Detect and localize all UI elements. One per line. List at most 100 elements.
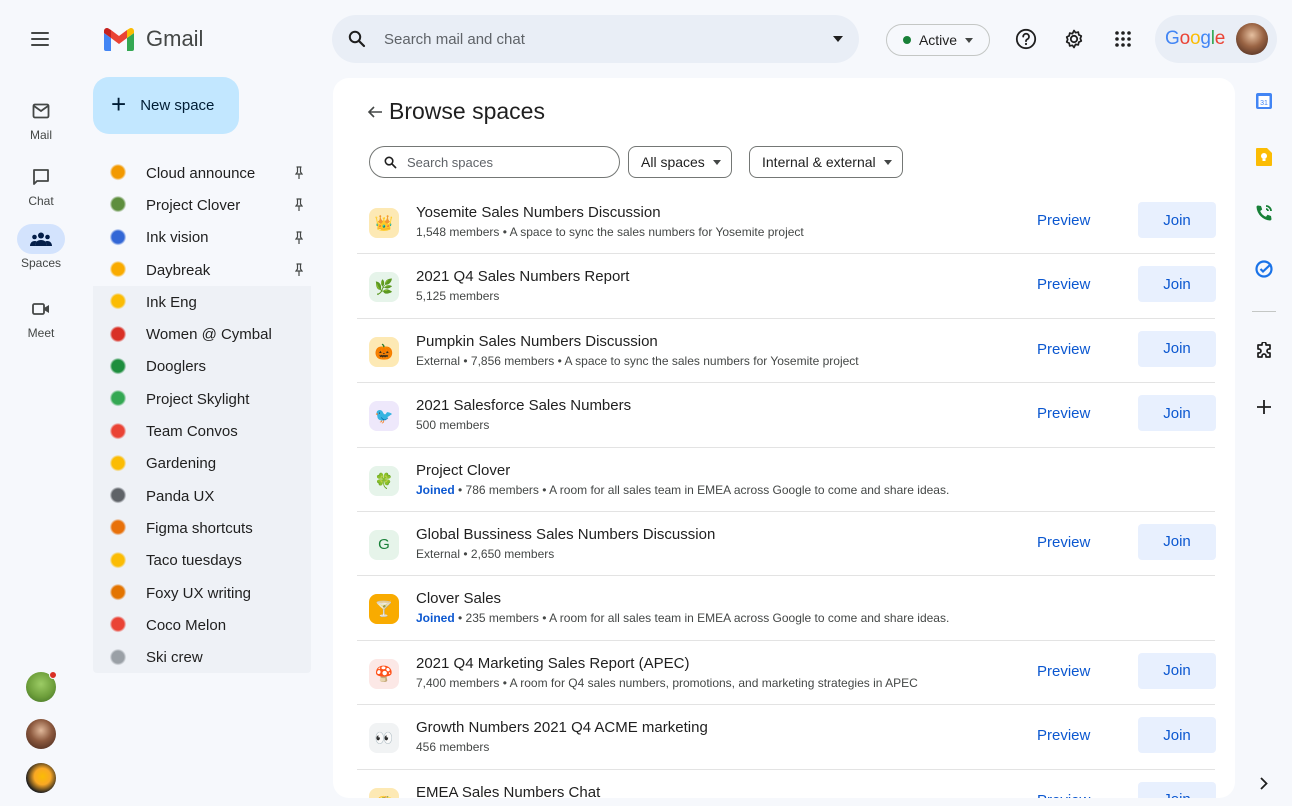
space-result-row[interactable]: 🌮 EMEA Sales Numbers Chat Preview Join xyxy=(357,770,1216,798)
space-name[interactable]: Project Clover xyxy=(416,462,510,479)
user-avatar[interactable] xyxy=(26,671,57,702)
sidebar-space-item[interactable]: Cloud announce xyxy=(93,157,311,190)
sidebar-space-item[interactable]: Dooglers xyxy=(93,351,311,383)
preview-button[interactable]: Preview xyxy=(1037,792,1090,798)
sidebar-space-item[interactable]: Foxy UX writing xyxy=(93,577,311,609)
pin-icon[interactable] xyxy=(295,166,303,180)
space-avatar-icon: 🎃 xyxy=(369,336,399,367)
sidebar-space-item[interactable]: Panda UX xyxy=(93,480,311,512)
rail-item-spaces[interactable]: Spaces xyxy=(0,224,82,270)
sidebar-space-item[interactable]: Ski crew xyxy=(93,641,311,673)
pin-icon[interactable] xyxy=(295,198,303,212)
space-name[interactable]: Growth Numbers 2021 Q4 ACME marketing xyxy=(416,719,708,736)
sidebar-space-item[interactable]: Figma shortcuts xyxy=(93,512,311,544)
preview-button[interactable]: Preview xyxy=(1037,663,1090,680)
sidebar-space-item[interactable]: Ink vision xyxy=(93,221,311,254)
space-name: Taco tuesdays xyxy=(146,552,242,570)
space-result-row[interactable]: 🎃 Pumpkin Sales Numbers Discussion Externa… xyxy=(357,319,1216,384)
rail-item-mail[interactable]: Mail xyxy=(0,96,82,142)
space-avatar-glyph: 🌮 xyxy=(375,794,394,798)
space-name[interactable]: 2021 Salesforce Sales Numbers xyxy=(416,397,631,414)
filter-all-spaces[interactable]: All spaces xyxy=(628,146,732,178)
search-input[interactable]: Search mail and chat xyxy=(384,31,833,48)
add-addon-icon[interactable] xyxy=(1253,396,1275,418)
new-space-button[interactable]: + New space xyxy=(93,77,239,134)
apps-grid-icon[interactable] xyxy=(1111,27,1135,51)
settings-gear-icon[interactable] xyxy=(1062,27,1086,51)
space-meta: 1,548 members • A space to sync the sale… xyxy=(416,225,804,239)
sidebar-space-item[interactable]: Daybreak xyxy=(93,253,311,287)
space-name[interactable]: Yosemite Sales Numbers Discussion xyxy=(416,204,661,221)
space-result-row[interactable]: 🍄 2021 Q4 Marketing Sales Report (APEC) 7,… xyxy=(357,641,1216,706)
space-avatar-glyph: 🐦 xyxy=(374,408,394,426)
join-button[interactable]: Join xyxy=(1138,202,1216,238)
space-emoji-icon xyxy=(109,196,127,215)
calendar-icon[interactable]: 31 xyxy=(1253,90,1275,112)
join-button[interactable]: Join xyxy=(1138,717,1216,754)
join-button[interactable]: Join xyxy=(1138,523,1216,560)
preview-button[interactable]: Preview xyxy=(1037,534,1090,551)
help-icon[interactable] xyxy=(1014,27,1038,51)
join-button[interactable]: Join xyxy=(1138,330,1216,367)
sidebar-space-item[interactable]: Gardening xyxy=(93,448,311,480)
search-spaces-input[interactable]: Search spaces xyxy=(369,146,620,178)
rail-item-meet[interactable]: Meet xyxy=(0,294,82,340)
space-name[interactable]: EMEA Sales Numbers Chat xyxy=(416,784,600,798)
preview-button[interactable]: Preview xyxy=(1037,341,1090,358)
space-name[interactable]: Global Bussiness Sales Numbers Discussio… xyxy=(416,526,715,543)
sidebar-space-item[interactable]: Project Clover xyxy=(93,189,311,222)
search-bar[interactable]: Search mail and chat xyxy=(332,15,859,63)
sidebar-space-item[interactable]: Coco Melon xyxy=(93,609,311,641)
rail-item-chat[interactable]: Chat xyxy=(0,162,82,208)
user-avatar[interactable] xyxy=(26,719,56,749)
space-result-row[interactable]: 🐦 2021 Salesforce Sales Numbers 500 member… xyxy=(357,383,1216,448)
space-description: 1,548 members • A space to sync the sale… xyxy=(416,225,804,239)
preview-button[interactable]: Preview xyxy=(1037,212,1090,229)
status-selector[interactable]: Active xyxy=(886,24,990,56)
account-switcher[interactable]: Google xyxy=(1155,15,1277,63)
sidebar-space-item[interactable]: Ink Eng xyxy=(93,286,311,318)
search-options-icon[interactable] xyxy=(833,36,843,42)
space-result-row[interactable]: 🍀 Project Clover Joined • 786 members • A … xyxy=(357,448,1215,512)
sidebar-space-item[interactable]: Women @ Cymbal xyxy=(93,318,311,350)
chevron-right-icon[interactable] xyxy=(1253,772,1275,794)
space-name[interactable]: Clover Sales xyxy=(416,590,501,607)
filter-internal-external[interactable]: Internal & external xyxy=(749,146,903,178)
space-description: 7,400 members • A room for Q4 sales numb… xyxy=(416,676,918,690)
join-button[interactable]: Join xyxy=(1138,781,1216,798)
space-result-row[interactable]: 🍸 Clover Sales Joined • 235 members • A ro… xyxy=(357,576,1215,641)
pin-icon[interactable] xyxy=(295,230,303,245)
sidebar-space-item[interactable]: Project Skylight xyxy=(93,383,311,415)
space-result-row[interactable]: 👑 Yosemite Sales Numbers Discussion 1,548 … xyxy=(357,190,1216,255)
join-button[interactable]: Join xyxy=(1138,266,1216,303)
space-result-row[interactable]: G Global Bussiness Sales Numbers Discussi… xyxy=(357,512,1216,577)
preview-button[interactable]: Preview xyxy=(1037,727,1090,744)
navigation-rail: Mail Chat Spaces Meet xyxy=(0,0,82,806)
pin-icon[interactable] xyxy=(295,263,303,277)
sidebar-space-item[interactable]: Team Convos xyxy=(93,415,311,447)
keep-icon[interactable] xyxy=(1253,146,1275,168)
voice-phone-icon[interactable] xyxy=(1253,202,1275,224)
space-meta: 5,125 members xyxy=(416,289,500,304)
gmail-logo[interactable]: Gmail xyxy=(104,26,203,52)
space-result-row[interactable]: 👀 Growth Numbers 2021 Q4 ACME marketing 45… xyxy=(357,705,1216,770)
tasks-icon[interactable] xyxy=(1253,258,1275,280)
space-name[interactable]: 2021 Q4 Sales Numbers Report xyxy=(416,268,629,285)
preview-button[interactable]: Preview xyxy=(1037,276,1090,293)
user-avatar[interactable] xyxy=(26,763,56,793)
status-dot-icon xyxy=(902,36,911,44)
back-arrow-icon[interactable] xyxy=(367,104,383,120)
preview-button[interactable]: Preview xyxy=(1037,405,1090,422)
main-menu-icon[interactable] xyxy=(28,28,52,50)
account-avatar[interactable] xyxy=(1236,23,1268,55)
join-button[interactable]: Join xyxy=(1138,395,1216,432)
space-name[interactable]: 2021 Q4 Marketing Sales Report (APEC) xyxy=(416,655,689,672)
space-name[interactable]: Pumpkin Sales Numbers Discussion xyxy=(416,333,658,350)
space-result-row[interactable]: 🌿 2021 Q4 Sales Numbers Report 5,125 membe… xyxy=(357,254,1216,319)
space-meta: External • 7,856 members • A space to sy… xyxy=(416,353,859,368)
search-icon[interactable] xyxy=(348,30,366,48)
addons-puzzle-icon[interactable] xyxy=(1253,340,1275,362)
space-avatar-icon: 👀 xyxy=(369,723,399,754)
sidebar-space-item[interactable]: Taco tuesdays xyxy=(93,545,311,577)
join-button[interactable]: Join xyxy=(1138,652,1216,689)
